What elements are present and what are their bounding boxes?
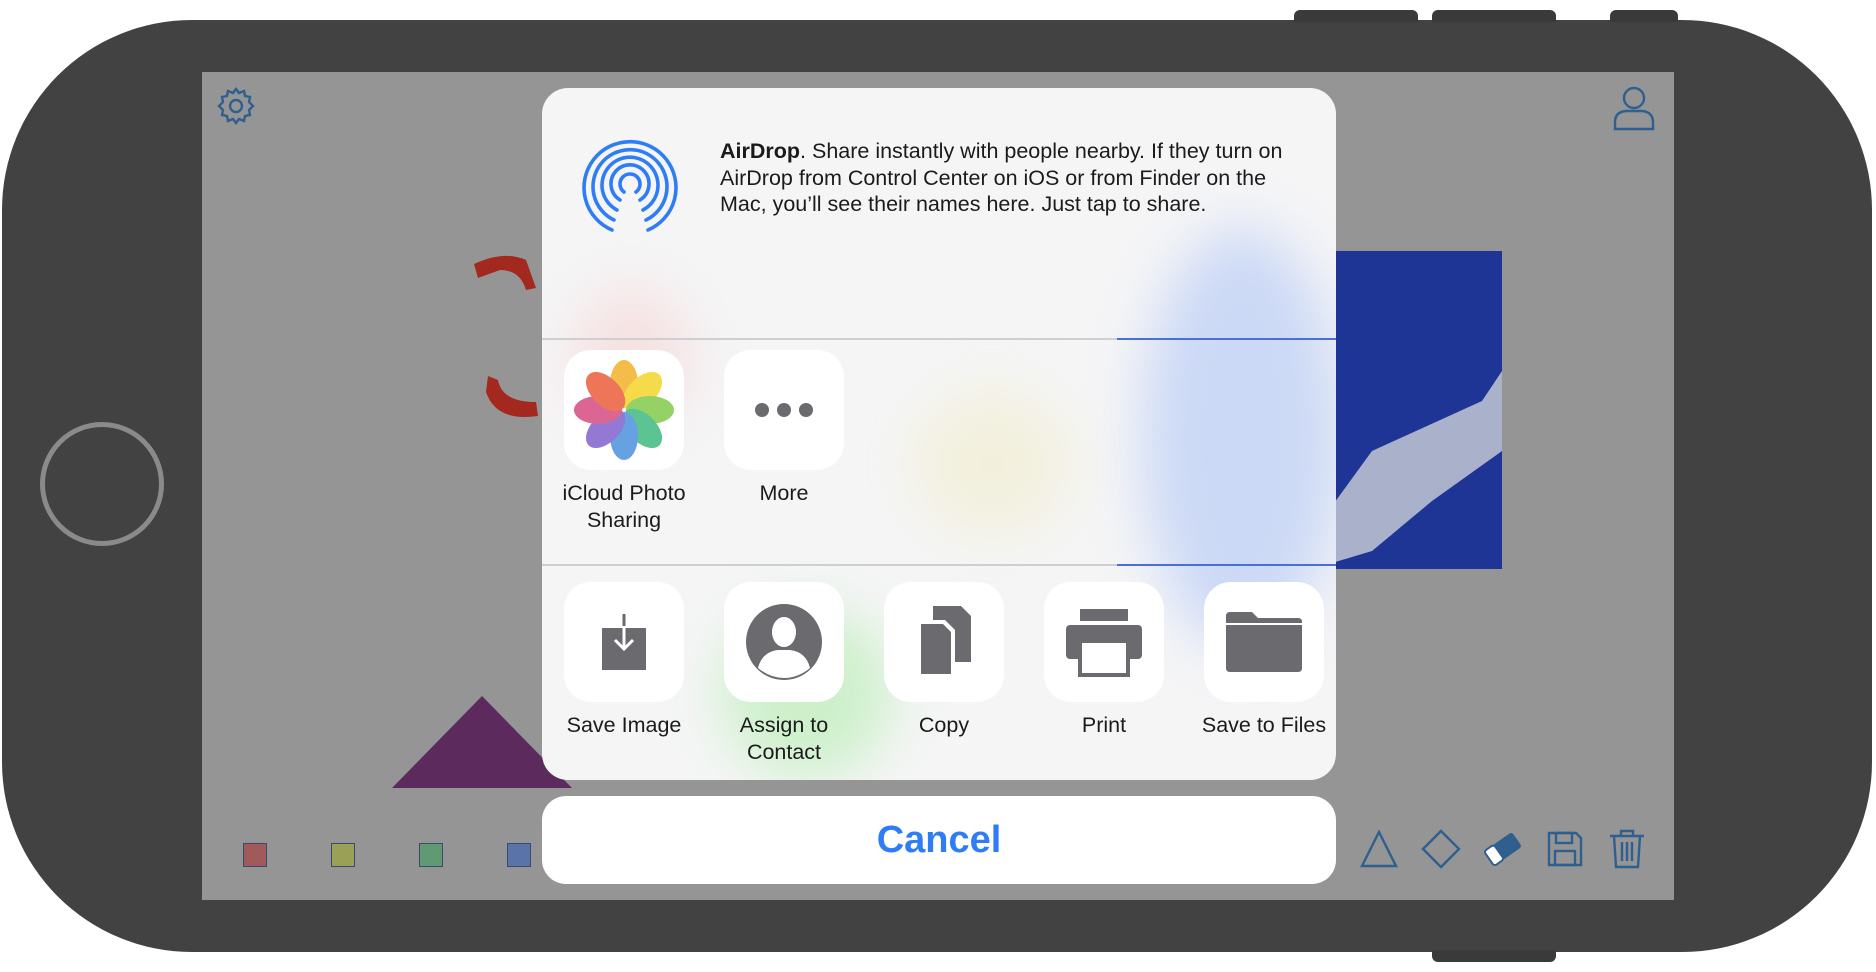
color-swatch-green[interactable] [404,828,458,882]
backdrop-glow-yellow [912,388,1072,538]
user-icon[interactable] [1612,84,1656,137]
diamond-icon[interactable] [1420,828,1462,870]
action-label: Copy [918,713,970,737]
action-assign-to-contact[interactable]: Assign to Contact [704,582,864,765]
airdrop-section[interactable]: AirDrop. Share instantly with people nea… [542,88,1336,338]
action-label: Print [1081,713,1127,737]
app-more[interactable]: More [704,350,864,507]
save-icon[interactable] [1544,828,1586,870]
action-print[interactable]: Print [1024,582,1184,739]
action-label: Save Image [566,713,682,737]
more-icon [724,350,844,470]
color-swatch-blue[interactable] [492,828,546,882]
folder-icon [1204,582,1324,702]
triangle-icon[interactable] [1358,828,1400,870]
home-button[interactable] [40,422,164,546]
divider-accent [1117,338,1336,340]
copy-icon [884,582,1004,702]
action-save-image[interactable]: Save Image [544,582,704,739]
airdrop-description: AirDrop. Share instantly with people nea… [720,138,1310,218]
app-label: More [759,481,809,505]
airdrop-body: . Share instantly with people nearby. If… [720,139,1283,216]
eraser-icon[interactable] [1482,828,1524,870]
contact-icon [724,582,844,702]
volume-down-button [1432,10,1556,22]
power-button [1432,950,1556,962]
gear-icon[interactable] [216,86,256,131]
action-save-to-files[interactable]: Save to Files [1184,582,1336,739]
tool-bar [1358,828,1648,870]
save-image-icon [564,582,684,702]
divider-accent [1117,564,1336,566]
photos-icon [564,350,684,470]
cancel-label: Cancel [876,818,1002,861]
action-label: Save to Files [1201,713,1327,737]
color-swatch-red[interactable] [228,828,282,882]
printer-icon [1044,582,1164,702]
red-stroke-bottom [486,376,538,417]
action-label: Assign to Contact [739,713,829,764]
red-stroke-top [474,255,536,290]
volume-up-button [1294,10,1418,22]
cancel-button[interactable]: Cancel [542,796,1336,884]
airdrop-title: AirDrop [720,139,801,163]
color-swatch-yellow[interactable] [316,828,370,882]
app-icloud-photo-sharing[interactable]: iCloud Photo Sharing [544,350,704,533]
app-label: iCloud Photo Sharing [562,481,686,532]
mute-switch [1610,10,1678,22]
share-sheet: AirDrop. Share instantly with people nea… [542,88,1336,780]
airdrop-icon [578,138,682,247]
trash-icon[interactable] [1606,828,1648,870]
action-copy[interactable]: Copy [864,582,1024,739]
